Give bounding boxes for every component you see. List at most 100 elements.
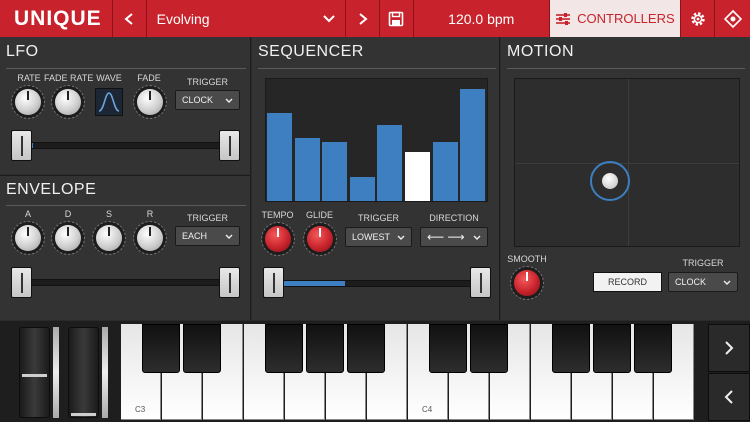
sequencer-step-4[interactable]	[349, 177, 375, 201]
diamond-icon	[723, 9, 742, 28]
sequencer-step-grid[interactable]	[265, 78, 488, 202]
pitch-wheel-rail	[53, 327, 59, 418]
sequencer-slider-fill	[276, 281, 346, 286]
snapshot-button[interactable]	[714, 0, 750, 37]
modulation-wheel[interactable]	[68, 327, 99, 418]
motion-smooth-knob[interactable]	[514, 270, 540, 296]
octave-down-button[interactable]	[708, 373, 750, 421]
chevron-down-icon	[323, 14, 335, 22]
envelope-trigger-value: EACH	[182, 231, 208, 241]
sequencer-step-2[interactable]	[294, 138, 320, 201]
lfo-divider	[6, 68, 246, 69]
lfo-rate-label: RATE	[17, 73, 41, 83]
sequencer-step-5[interactable]	[377, 125, 403, 201]
chevron-down-icon	[225, 98, 233, 103]
black-key[interactable]	[552, 324, 590, 373]
modulation-wheel-rail	[102, 327, 108, 418]
black-key[interactable]	[347, 324, 385, 373]
sequencer-step-7[interactable]	[432, 142, 458, 201]
lfo-fade-rate-knob[interactable]	[55, 89, 81, 115]
next-preset-button[interactable]	[345, 0, 379, 37]
black-key[interactable]	[593, 324, 631, 373]
black-key[interactable]	[429, 324, 467, 373]
black-key[interactable]	[183, 324, 221, 373]
lfo-trigger-dropdown[interactable]: CLOCK	[175, 90, 240, 110]
sequencer-tempo-label: TEMPO	[261, 210, 294, 220]
chevron-down-icon	[225, 234, 233, 239]
sequencer-step-8[interactable]	[460, 89, 486, 201]
lfo-fade-label: FADE	[137, 73, 161, 83]
envelope-r-knob[interactable]	[137, 225, 163, 251]
sequencer-tempo-knob[interactable]	[265, 226, 291, 252]
envelope-slider-right-handle[interactable]	[219, 267, 240, 298]
black-key[interactable]	[634, 324, 672, 373]
lfo-slider-track[interactable]	[22, 142, 227, 149]
lfo-wave-selector[interactable]	[95, 88, 123, 116]
sequencer-step-3[interactable]	[322, 142, 348, 201]
sliders-icon	[556, 12, 571, 25]
envelope-trigger-dropdown[interactable]: EACH	[175, 226, 240, 246]
octave-up-button[interactable]	[708, 324, 750, 372]
envelope-a-label: A	[24, 209, 31, 219]
black-key[interactable]	[265, 324, 303, 373]
chevron-down-icon	[473, 235, 481, 240]
envelope-r-label: R	[146, 209, 154, 219]
octave-label: C4	[422, 405, 433, 414]
controllers-label: CONTROLLERS	[577, 11, 675, 26]
chevron-left-icon	[724, 390, 733, 404]
save-button[interactable]	[379, 0, 413, 37]
sequencer-direction-label: DIRECTION	[429, 213, 479, 223]
motion-xy-pad[interactable]	[514, 78, 740, 247]
lfo-rate-knob[interactable]	[15, 89, 41, 115]
motion-title: MOTION	[507, 43, 574, 60]
chevron-left-icon	[124, 12, 133, 25]
sequencer-direction-dropdown[interactable]: ⟵ ⟶	[420, 227, 488, 247]
sequencer-trigger-value: LOWEST	[352, 232, 391, 242]
octave-label: C3	[135, 405, 146, 414]
lfo-slider-left-handle[interactable]	[11, 130, 32, 161]
sequencer-step-1[interactable]	[267, 113, 292, 201]
lfo-fade-knob[interactable]	[137, 89, 163, 115]
envelope-slider-left-handle[interactable]	[11, 267, 32, 298]
motion-pad-cursor[interactable]	[602, 173, 618, 189]
envelope-trigger-label: TRIGGER	[186, 213, 228, 223]
sequencer-slider-right-handle[interactable]	[470, 267, 491, 298]
preset-name: Evolving	[156, 10, 210, 27]
settings-button[interactable]	[680, 0, 714, 37]
motion-trigger-dropdown[interactable]: CLOCK	[668, 272, 738, 292]
envelope-d-knob[interactable]	[55, 225, 81, 251]
black-key[interactable]	[306, 324, 344, 373]
pitch-wheel[interactable]	[19, 327, 50, 418]
sequencer-slider-track[interactable]	[275, 280, 480, 287]
lfo-slider-right-handle[interactable]	[219, 130, 240, 161]
lfo-title: LFO	[6, 43, 39, 60]
controllers-button[interactable]: CONTROLLERS	[548, 0, 681, 37]
envelope-divider	[6, 205, 246, 206]
record-button[interactable]: RECORD	[593, 272, 662, 292]
top-bar: UNIQUE Evolving 120.0 bpm CONTROLLERS	[0, 0, 750, 37]
chevron-down-icon	[397, 235, 405, 240]
envelope-s-knob[interactable]	[96, 225, 122, 251]
chevron-right-icon	[725, 341, 734, 355]
lfo-trigger-value: CLOCK	[182, 95, 214, 105]
black-key[interactable]	[142, 324, 180, 373]
sine-wave-icon	[98, 92, 120, 112]
app-logo: UNIQUE	[14, 6, 102, 30]
motion-smooth-label: SMOOTH	[507, 254, 547, 264]
motion-trigger-label: TRIGGER	[682, 258, 724, 268]
envelope-slider-track[interactable]	[22, 279, 227, 286]
bpm-display[interactable]: 120.0 bpm	[412, 0, 549, 37]
motion-divider	[507, 68, 745, 69]
motion-pad-horizontal-guide	[515, 163, 739, 164]
sequencer-slider-left-handle[interactable]	[263, 267, 284, 298]
sequencer-trigger-dropdown[interactable]: LOWEST	[345, 227, 412, 247]
sequencer-step-6[interactable]	[405, 152, 430, 201]
chevron-down-icon	[723, 280, 731, 285]
previous-preset-button[interactable]	[111, 0, 146, 37]
preset-selector[interactable]: Evolving	[145, 0, 346, 37]
lfo-fade-rate-label: FADE RATE	[44, 73, 94, 83]
black-key[interactable]	[470, 324, 508, 373]
envelope-d-label: D	[64, 209, 72, 219]
envelope-a-knob[interactable]	[15, 225, 41, 251]
sequencer-glide-knob[interactable]	[307, 226, 333, 252]
